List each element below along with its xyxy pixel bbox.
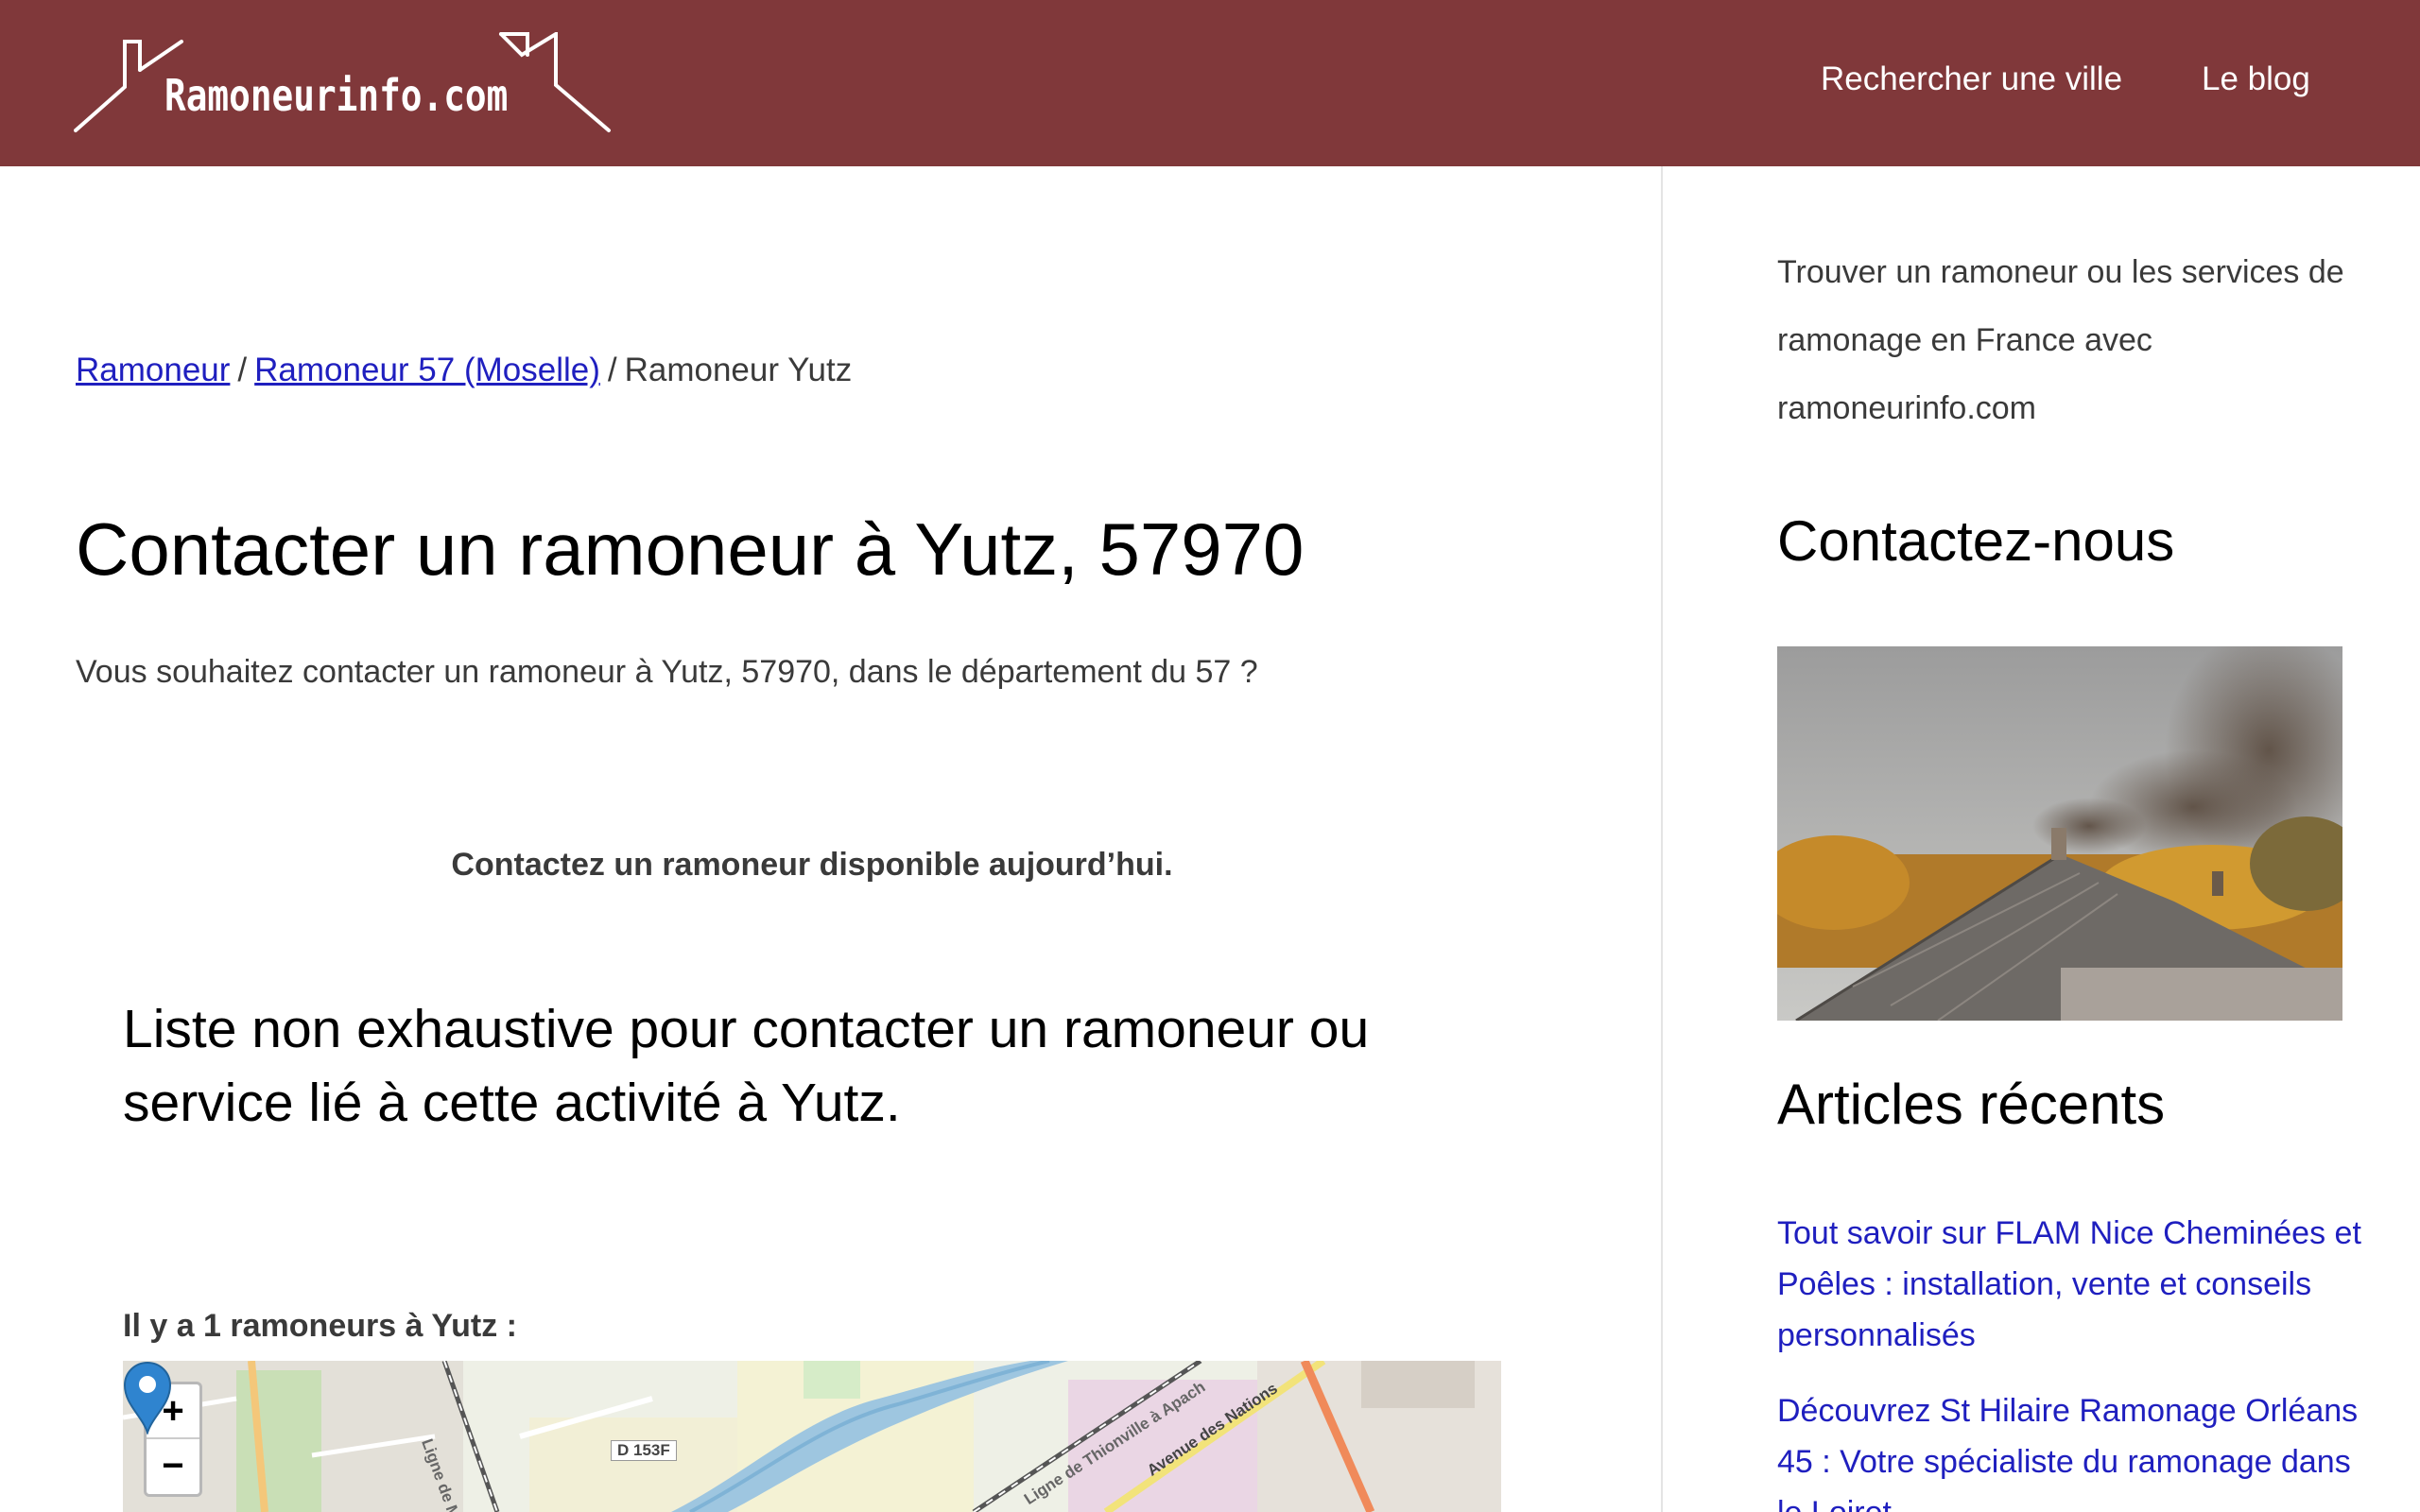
page-title: Contacter un ramoneur à Yutz, 57970 (76, 507, 1305, 591)
logo-text: Ramoneurinfo.com (164, 70, 509, 121)
breadcrumb-current: Ramoneur Yutz (624, 352, 853, 388)
breadcrumb: Ramoneur / Ramoneur 57 (Moselle) / Ramoneur … (76, 352, 852, 389)
intro-text: Vous souhaitez contacter un ramoneur à Y… (76, 654, 1258, 690)
list-item: Découvrez St Hilaire Ramonage Orléans 45… (1777, 1385, 2382, 1512)
breadcrumb-separator: / (607, 352, 617, 388)
cta-text: Contactez un ramoneur disponible aujourd… (451, 847, 1173, 883)
breadcrumb-separator: / (237, 352, 248, 388)
recent-article-link[interactable]: Tout savoir sur FLAM Nice Cheminées et P… (1777, 1215, 2361, 1353)
site-header: Ramoneurinfo.com Rechercher une ville Le… (0, 0, 2420, 166)
contact-heading: Contactez-nous (1777, 509, 2175, 573)
recent-articles-heading: Articles récents (1777, 1073, 2166, 1136)
site-logo[interactable]: Ramoneurinfo.com (74, 32, 613, 134)
list-item: Tout savoir sur FLAM Nice Cheminées et P… (1777, 1208, 2382, 1361)
breadcrumb-link-moselle[interactable]: Ramoneur 57 (Moselle) (254, 352, 600, 388)
sidebar-divider (1661, 166, 1663, 1512)
recent-articles-list: Tout savoir sur FLAM Nice Cheminées et P… (1777, 1208, 2382, 1512)
list-title: Liste non exhaustive pour contacter un r… (123, 999, 1370, 1133)
sweep-count: Il y a 1 ramoneurs à Yutz : (123, 1308, 517, 1344)
breadcrumb-link-ramoneur[interactable]: Ramoneur (76, 352, 230, 388)
nav-blog[interactable]: Le blog (2202, 60, 2310, 98)
recent-article-link[interactable]: Découvrez St Hilaire Ramonage Orléans 45… (1777, 1393, 2358, 1512)
chimney-smoke-photo (1777, 646, 2342, 1021)
map-marker-icon[interactable] (123, 1361, 172, 1435)
nav-search-city[interactable]: Rechercher une ville (1821, 60, 2122, 98)
map-label-road: D 153F (611, 1440, 677, 1461)
sidebar-intro: Trouver un ramoneur ou les services de r… (1777, 254, 2344, 426)
zoom-out-button[interactable]: − (147, 1439, 199, 1494)
map-tiles (123, 1361, 1501, 1512)
map[interactable]: + − D 153F Ligne de Metz-Ville Ligne de … (123, 1361, 1501, 1512)
